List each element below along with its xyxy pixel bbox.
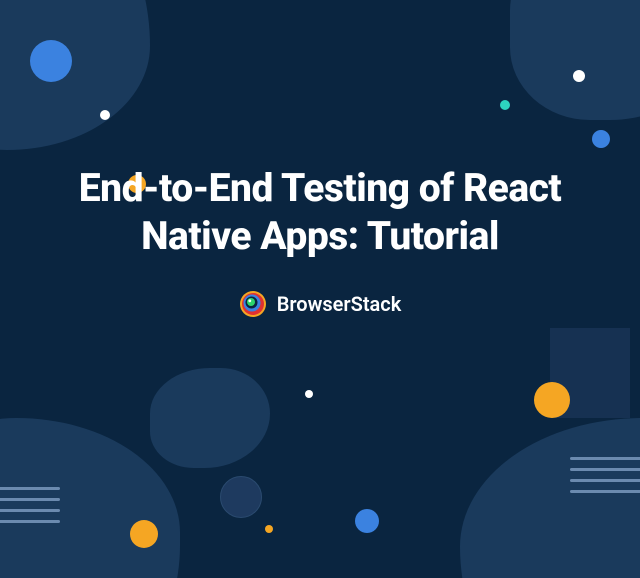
promo-graphic: End-to-End Testing of React Native Apps:… xyxy=(0,0,640,578)
blob-shape xyxy=(460,418,640,578)
circle-icon xyxy=(305,390,313,398)
circle-icon xyxy=(592,130,610,148)
circle-icon xyxy=(573,70,585,82)
blob-shape xyxy=(0,0,150,150)
circle-icon xyxy=(130,520,158,548)
circle-icon xyxy=(220,476,262,518)
circle-icon xyxy=(500,100,510,110)
brand-row: BrowserStack xyxy=(239,290,402,318)
circle-icon xyxy=(355,509,379,533)
content-block: End-to-End Testing of React Native Apps:… xyxy=(0,165,640,322)
circle-icon xyxy=(265,525,273,533)
lines-decoration xyxy=(0,487,60,523)
circle-icon xyxy=(534,382,570,418)
lines-decoration xyxy=(570,457,640,493)
blob-shape xyxy=(150,368,270,468)
circle-icon xyxy=(100,110,110,120)
circle-icon xyxy=(30,40,72,82)
brand-name: BrowserStack xyxy=(277,292,402,316)
headline: End-to-End Testing of React Native Apps:… xyxy=(60,165,580,260)
browserstack-logo-icon xyxy=(239,290,267,318)
blob-shape xyxy=(510,0,640,120)
